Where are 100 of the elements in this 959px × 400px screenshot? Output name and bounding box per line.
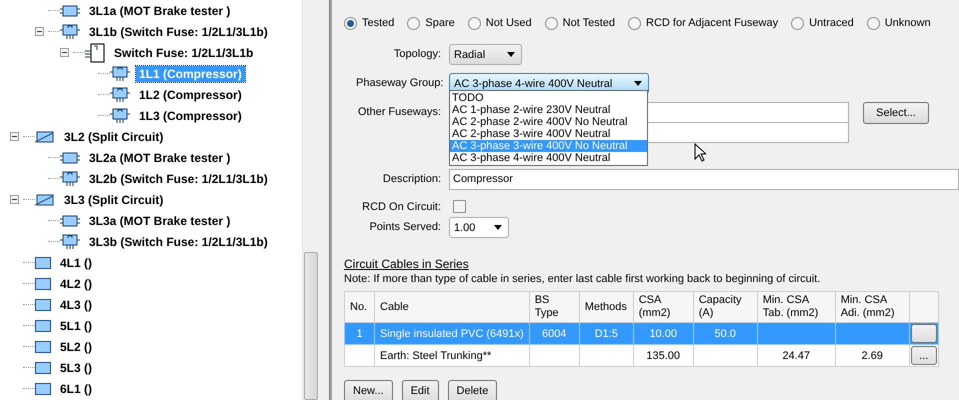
tree-item[interactable]: 4L2 () xyxy=(57,276,96,292)
tree-item[interactable]: 3L2a (MOT Brake tester ) xyxy=(86,150,234,166)
tree-item[interactable]: 5L3 () xyxy=(57,360,96,376)
select-button[interactable]: Select... xyxy=(863,102,929,124)
dropdown-option[interactable]: AC 1-phase 2-wire 230V Neutral xyxy=(450,104,647,116)
topology-dropdown[interactable]: Radial xyxy=(449,44,522,65)
minus-icon xyxy=(37,29,42,34)
description-label: Description: xyxy=(382,172,442,187)
caret-icon xyxy=(494,225,502,230)
way-icon xyxy=(35,362,51,374)
way-icon xyxy=(35,256,51,268)
radio-button[interactable] xyxy=(544,16,558,30)
radio-button[interactable] xyxy=(866,16,880,30)
split-circuit-icon xyxy=(35,130,55,144)
tree-item[interactable]: 5L1 () xyxy=(57,318,96,334)
radio-label[interactable]: RCD for Adjacent Fuseway xyxy=(646,17,778,29)
caret-icon xyxy=(507,52,515,57)
points-served-dropdown[interactable]: 1.00 xyxy=(449,217,509,238)
tree-item[interactable]: 6L1 () xyxy=(57,380,96,396)
radio-button[interactable] xyxy=(344,16,357,30)
table-cell: 135.00 xyxy=(646,350,680,362)
column-header: Min. CSA Adi. (mm2) xyxy=(835,292,910,322)
phaseway-group-label: Phaseway Group: xyxy=(356,76,444,91)
way-icon xyxy=(35,320,51,332)
radio-button[interactable] xyxy=(628,16,642,30)
dropdown-option[interactable]: AC 2-phase 2-wire 400V No Neutral xyxy=(450,116,647,128)
minus-icon xyxy=(12,197,17,202)
dropdown-option[interactable]: TODO xyxy=(450,92,647,104)
way-icon xyxy=(35,298,51,310)
table-action-button[interactable]: Edit xyxy=(402,380,439,400)
row-button[interactable] xyxy=(910,324,937,343)
collapse-toggle[interactable] xyxy=(10,195,19,204)
topology-label: Topology: xyxy=(392,47,442,62)
way-icon xyxy=(35,382,51,394)
radio-button[interactable] xyxy=(407,16,420,30)
collapse-toggle[interactable] xyxy=(60,48,69,57)
dropdown-option[interactable]: AC 2-phase 3-wire 400V Neutral xyxy=(450,128,647,140)
way-icon xyxy=(35,278,51,290)
table-cell: 2.69 xyxy=(861,350,883,362)
column-header: Capacity (A) xyxy=(693,292,758,322)
way-icon xyxy=(35,340,51,352)
radio-button[interactable] xyxy=(791,16,804,30)
column-header: Cable xyxy=(374,292,530,322)
fused-circuit-icon xyxy=(110,86,130,103)
scroll-thumb[interactable] xyxy=(304,252,318,400)
table-action-button[interactable]: Delete xyxy=(448,380,498,400)
table-row[interactable]: Earth: Steel Trunking** 135.00 24.47 2.69 ... xyxy=(344,344,938,366)
split-circuit-icon xyxy=(35,192,55,206)
circuit-icon xyxy=(60,214,80,228)
tree-item[interactable]: 3L1b (Switch Fuse: 1/2L1/3L1b) xyxy=(86,24,271,40)
fused-circuit-icon xyxy=(110,107,130,124)
table-cell: Single insulated PVC (6491x) xyxy=(380,328,524,340)
table-cell: 10.00 xyxy=(649,328,677,340)
table-cell: 50.0 xyxy=(714,328,736,340)
rcd-label: RCD On Circuit: xyxy=(361,200,442,215)
radio-button[interactable] xyxy=(468,16,481,30)
tree-item[interactable]: 4L3 () xyxy=(57,296,96,312)
tree-item[interactable]: 1L2 (Compressor) xyxy=(136,86,245,102)
table-action-button[interactable]: New... xyxy=(344,380,393,400)
row-button[interactable]: ... xyxy=(910,346,937,365)
column-header: Methods xyxy=(579,292,634,322)
radio-label[interactable]: Spare xyxy=(425,17,455,29)
points-served-label: Points Served: xyxy=(368,220,442,235)
mouse-cursor-icon xyxy=(694,143,706,162)
dropdown-option[interactable]: AC 3-phase 4-wire 400V Neutral xyxy=(450,152,647,164)
tree-item[interactable]: 3L3 (Split Circuit) xyxy=(61,192,166,208)
radio-label[interactable]: Untraced xyxy=(809,17,854,29)
tree-item[interactable]: Switch Fuse: 1/2L1/3L1b xyxy=(111,44,256,60)
tree-item[interactable]: 3L2b (Switch Fuse: 1/2L1/3L1b) xyxy=(86,170,271,186)
table-cell: Earth: Steel Trunking** xyxy=(380,350,492,362)
rcd-checkbox[interactable] xyxy=(453,200,466,213)
circuit-icon xyxy=(60,150,80,164)
column-header: Min. CSA Tab. (mm2) xyxy=(757,292,836,322)
table-cell: D1:5 xyxy=(594,328,618,340)
note-text: Note: If more than type of cable in series, enter last cable first working back to beginning of circuit. xyxy=(344,273,822,285)
fused-circuit-icon xyxy=(60,233,80,250)
tree-item[interactable]: 4L1 () xyxy=(57,254,96,270)
tree-item[interactable]: 5L2 () xyxy=(57,338,96,354)
scrollbar[interactable] xyxy=(302,0,318,400)
radio-label[interactable]: Not Used xyxy=(486,17,532,29)
tree-item[interactable]: 3L3a (MOT Brake tester ) xyxy=(86,212,234,228)
minus-icon xyxy=(12,134,17,139)
column-header: CSA (mm2) xyxy=(633,292,694,322)
other-fuseways-label: Other Fuseways: xyxy=(356,105,442,120)
collapse-toggle[interactable] xyxy=(35,27,44,36)
radio-label[interactable]: Unknown xyxy=(884,17,931,29)
circuit-icon xyxy=(60,4,80,18)
minus-icon xyxy=(62,50,67,55)
description-field[interactable]: Compressor xyxy=(449,169,959,190)
tree-item[interactable]: 3L1a (MOT Brake tester ) xyxy=(86,2,234,18)
radio-label[interactable]: Tested xyxy=(362,17,394,29)
radio-label[interactable]: Not Tested xyxy=(562,17,616,29)
section-title: Circuit Cables in Series xyxy=(344,257,470,271)
collapse-toggle[interactable] xyxy=(10,132,19,141)
tree-item[interactable]: 1L3 (Compressor) xyxy=(136,108,245,124)
table-cell: 6004 xyxy=(542,328,566,340)
fused-circuit-icon xyxy=(110,65,130,82)
table-cell: 24.47 xyxy=(782,350,810,362)
tree-item[interactable]: 3L3b (Switch Fuse: 1/2L1/3L1b) xyxy=(86,234,271,250)
tree-item[interactable]: 3L2 (Split Circuit) xyxy=(61,128,166,144)
